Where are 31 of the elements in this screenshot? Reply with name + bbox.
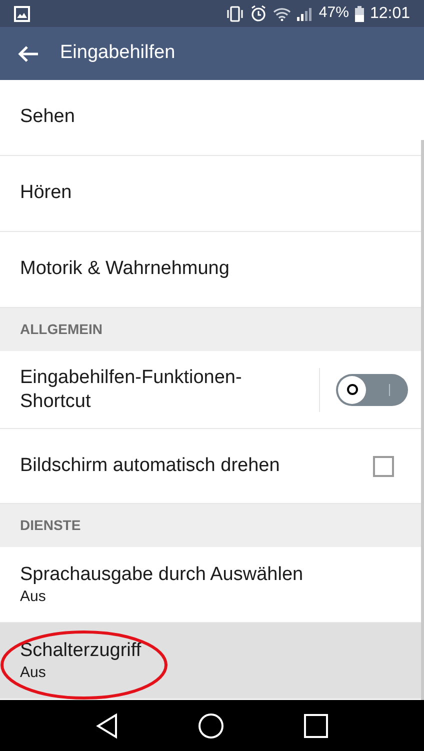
section-title: ALLGEMEIN bbox=[20, 320, 102, 339]
setting-label: Eingabehilfen-Funktionen-Shortcut bbox=[20, 366, 243, 414]
circle-home-icon bbox=[198, 712, 224, 738]
toggle-off-icon bbox=[338, 376, 366, 404]
alarm-icon bbox=[250, 5, 267, 22]
back-nav-button[interactable] bbox=[96, 712, 118, 738]
service-item[interactable]: Schalterzugriff Aus bbox=[0, 623, 424, 699]
signal-icon bbox=[296, 6, 313, 20]
screen-title: Eingabehilfen bbox=[60, 41, 176, 66]
battery-percent: 47% bbox=[318, 3, 349, 24]
section-title: DIENSTE bbox=[20, 516, 81, 535]
service-status: Aus bbox=[20, 662, 47, 682]
service-title: Schalterzugriff bbox=[20, 638, 142, 662]
checkbox[interactable] bbox=[373, 456, 394, 476]
wifi-icon bbox=[272, 6, 291, 20]
image-icon bbox=[14, 6, 30, 22]
triangle-back-icon bbox=[96, 712, 118, 738]
clock-time: 12:01 bbox=[370, 4, 410, 24]
back-arrow-icon bbox=[17, 44, 39, 62]
service-status: Aus bbox=[20, 586, 47, 606]
menu-item-label[interactable]: Motorik & Wahrnehmung bbox=[20, 255, 230, 284]
square-recents-icon bbox=[304, 714, 328, 738]
menu-item-label[interactable]: Sehen bbox=[20, 103, 75, 132]
menu-item-label[interactable]: Hören bbox=[20, 179, 72, 208]
home-nav-button[interactable] bbox=[198, 712, 224, 738]
toggle-switch[interactable] bbox=[336, 374, 408, 406]
service-title: Sprachausgabe durch Auswählen bbox=[20, 562, 304, 586]
recents-nav-button[interactable] bbox=[304, 714, 328, 738]
setting-label: Bildschirm automatisch drehen bbox=[20, 454, 280, 478]
vibrate-icon bbox=[226, 6, 244, 22]
battery-icon bbox=[354, 6, 364, 22]
